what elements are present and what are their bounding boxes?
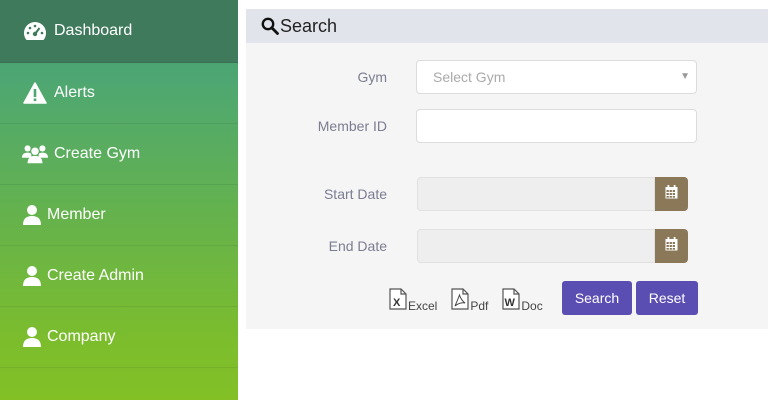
warning-icon: [22, 81, 48, 105]
sidebar-item-dashboard[interactable]: Dashboard: [0, 0, 238, 63]
start-date-picker-button[interactable]: [655, 177, 688, 211]
export-pdf-label: Pdf: [470, 298, 489, 313]
pdf-file-icon: [451, 287, 470, 313]
sidebar-item-create-admin[interactable]: Create Admin: [0, 246, 238, 307]
sidebar-item-label: Create Gym: [54, 145, 141, 162]
sidebar-item-create-gym[interactable]: Create Gym: [0, 124, 238, 185]
sidebar-item-member[interactable]: Member: [0, 185, 238, 246]
search-icon: [261, 17, 279, 35]
sidebar-item-company[interactable]: Company: [0, 307, 238, 368]
calendar-icon: [665, 184, 678, 204]
end-date-label: End Date: [328, 238, 387, 254]
export-excel-link[interactable]: X Excel: [389, 287, 438, 313]
sidebar-item-label: Member: [47, 206, 106, 223]
gym-select-placeholder: Select Gym: [433, 69, 506, 85]
sidebar-item-label: Create Admin: [47, 267, 144, 284]
search-panel: Search Gym Select Gym ▼ Member ID Start …: [246, 9, 768, 329]
member-id-input[interactable]: [416, 109, 697, 143]
export-pdf-link[interactable]: Pdf: [451, 287, 489, 313]
search-panel-header: Search: [246, 9, 768, 43]
start-date-label: Start Date: [323, 186, 387, 202]
svg-text:X: X: [393, 297, 401, 309]
caret-down-icon: ▼: [680, 71, 690, 82]
sidebar: Dashboard Alerts Create Gym Member Creat…: [0, 0, 238, 400]
gym-select[interactable]: Select Gym ▼: [416, 60, 697, 94]
sidebar-item-label: Alerts: [54, 84, 95, 101]
dashboard-gauge-icon: [22, 19, 48, 43]
word-file-icon: W: [502, 287, 521, 313]
svg-text:W: W: [505, 297, 516, 309]
reset-button[interactable]: Reset: [636, 281, 698, 315]
sidebar-item-alerts[interactable]: Alerts: [0, 63, 238, 124]
export-doc-link[interactable]: W Doc: [502, 287, 543, 313]
group-icon: [22, 142, 48, 166]
user-icon: [22, 203, 42, 227]
member-id-row: Member ID: [246, 109, 768, 143]
export-links: X Excel Pdf W Doc: [389, 285, 557, 315]
start-date-input[interactable]: [417, 177, 655, 211]
calendar-icon: [665, 236, 678, 256]
start-date-row: Start Date: [246, 177, 768, 211]
member-id-label: Member ID: [317, 118, 387, 134]
search-button[interactable]: Search: [562, 281, 632, 315]
excel-file-icon: X: [389, 287, 408, 313]
sidebar-item-label: Company: [47, 328, 116, 345]
export-doc-label: Doc: [521, 298, 543, 313]
sidebar-item-label: Dashboard: [54, 22, 133, 39]
end-date-picker-button[interactable]: [655, 229, 688, 263]
search-panel-title: Search: [280, 15, 338, 36]
gym-row: Gym Select Gym ▼: [246, 60, 768, 94]
end-date-row: End Date: [246, 229, 768, 263]
user-icon: [22, 264, 42, 288]
end-date-input[interactable]: [417, 229, 655, 263]
export-excel-label: Excel: [408, 298, 438, 313]
gym-label: Gym: [357, 69, 387, 85]
user-icon: [22, 325, 42, 349]
